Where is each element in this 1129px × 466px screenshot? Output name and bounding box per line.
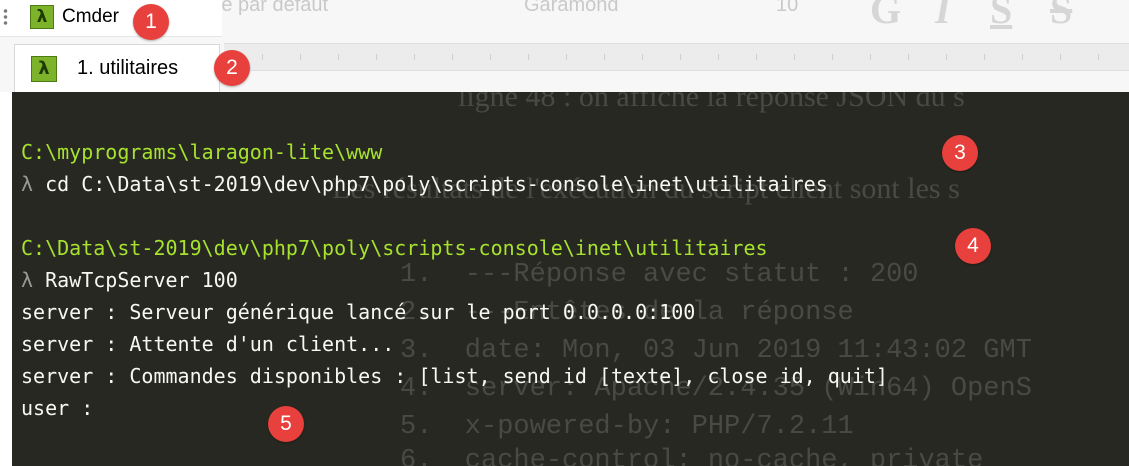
tab-label: 1. utilitaires <box>77 57 179 79</box>
ghost-text: 5. x-powered-by: PHP/7.2.11 <box>400 412 854 442</box>
background-strike-icon: S <box>1050 0 1073 32</box>
background-size-box: 10 <box>776 0 799 16</box>
ghost-text: 6. cache-control: no-cache, private <box>400 446 984 466</box>
lambda-prompt-icon: λ <box>21 172 34 196</box>
background-bold-icon: G <box>870 0 902 32</box>
console-command-line: λ RawTcpServer 100 <box>21 267 238 293</box>
background-italic-icon: I <box>935 0 951 32</box>
console-input-line[interactable]: user : <box>21 395 93 421</box>
ghost-text: 3. date: Mon, 03 Jun 2019 11:43:02 GMT <box>400 336 1032 366</box>
console-path-line: C:\myprograms\laragon-lite\www <box>21 140 383 164</box>
annotation-badge-2: 2 <box>214 50 250 86</box>
console-path-line: C:\Data\st-2019\dev\php7\poly\scripts-co… <box>21 236 768 260</box>
tab-utilitaires[interactable]: λ 1. utilitaires <box>14 44 220 92</box>
lambda-icon: λ <box>31 56 57 82</box>
ghost-text: 1. ---Réponse avec statut : 200 <box>400 260 919 290</box>
background-font-box: Garamond <box>524 0 619 16</box>
console-output-line: server : Attente d'un client... <box>21 332 395 356</box>
ghost-text: ligne 48 : on affiche la réponse JSON du… <box>458 92 965 113</box>
annotation-badge-3: 3 <box>942 135 978 171</box>
background-underline-icon: S <box>990 0 1013 32</box>
console-output-line: server : Commandes disponibles : [list, … <box>21 364 888 388</box>
console-output-line: server : Serveur générique lancé sur le … <box>21 300 696 324</box>
command-text: cd C:\Data\st-2019\dev\php7\poly\scripts… <box>33 172 828 196</box>
annotation-badge-1: 1 <box>133 4 169 40</box>
console-command-line: λ cd C:\Data\st-2019\dev\php7\poly\scrip… <box>21 171 828 197</box>
lambda-icon: λ <box>30 5 54 29</box>
window-titlebar[interactable]: λ Cmder <box>0 0 222 37</box>
annotation-badge-5: 5 <box>268 406 304 442</box>
annotation-badge-4: 4 <box>955 228 991 264</box>
lambda-prompt-icon: λ <box>21 268 34 292</box>
tab-bar: λ 1. utilitaires <box>0 44 1129 92</box>
window-title: Cmder <box>62 6 120 27</box>
drag-handle-icon[interactable] <box>3 8 8 26</box>
command-text: RawTcpServer 100 <box>33 268 238 292</box>
